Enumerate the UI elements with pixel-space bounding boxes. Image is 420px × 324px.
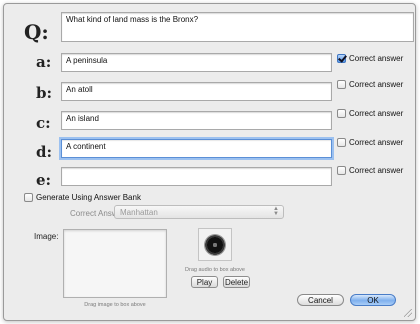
checkbox-icon [337, 166, 346, 175]
generate-answer-bank-checkbox[interactable]: Generate Using Answer Bank [24, 193, 141, 202]
correct-answer-label: Correct answer [349, 138, 404, 147]
answer-e-field[interactable] [61, 167, 332, 186]
audio-drop-caption: Drag audio to box above [185, 267, 245, 273]
checkbox-icon [337, 54, 346, 63]
correct-answer-label: Correct answer [349, 80, 404, 89]
answer-b-correct-checkbox[interactable]: Correct answer [337, 80, 403, 89]
checkbox-icon [337, 80, 346, 89]
cancel-button[interactable]: Cancel [297, 294, 344, 306]
correct-answer-label: Correct answer [349, 166, 404, 175]
answer-d-letter: d: [36, 143, 53, 161]
correct-answer-select[interactable]: Manhattan ▲ ▼ [114, 205, 284, 219]
image-drop-caption: Drag image to box above [84, 302, 146, 308]
answer-b-field[interactable]: An atoll [61, 82, 332, 101]
correct-answer-label: Correct answer [349, 54, 404, 63]
answer-d-correct-checkbox[interactable]: Correct answer [337, 138, 403, 147]
ok-button[interactable]: OK [350, 294, 396, 306]
correct-answer-label: Correct answer [349, 109, 404, 118]
answer-d-field[interactable]: A continent [61, 139, 332, 158]
question-letter: Q: [24, 20, 49, 44]
answer-a-correct-checkbox[interactable]: Correct answer [337, 54, 403, 63]
checkbox-icon [24, 193, 33, 202]
audio-drop-well[interactable] [198, 228, 232, 261]
answer-c-correct-checkbox[interactable]: Correct answer [337, 109, 403, 118]
speaker-icon [205, 235, 225, 255]
checkbox-icon [337, 138, 346, 147]
question-field[interactable]: What kind of land mass is the Bronx? [61, 12, 414, 42]
answer-c-letter: c: [36, 114, 51, 132]
answer-b-letter: b: [36, 84, 53, 102]
answer-c-field[interactable]: An island [61, 111, 332, 130]
resize-grip-icon[interactable] [404, 309, 412, 317]
updown-arrows-icon: ▲ ▼ [273, 206, 279, 217]
answer-e-correct-checkbox[interactable]: Correct answer [337, 166, 403, 175]
image-label: Image: [34, 232, 59, 241]
answer-e-letter: e: [36, 171, 52, 189]
answer-a-letter: a: [36, 53, 52, 71]
question-editor-dialog: Q: What kind of land mass is the Bronx? … [3, 3, 416, 321]
correct-answer-select-value: Manhattan [120, 207, 158, 217]
generate-answer-bank-label: Generate Using Answer Bank [36, 193, 141, 202]
play-button[interactable]: Play [191, 276, 218, 288]
checkbox-icon [337, 109, 346, 118]
answer-a-field[interactable]: A peninsula [61, 53, 332, 72]
image-drop-well[interactable] [63, 229, 167, 298]
delete-audio-button[interactable]: Delete [223, 276, 250, 288]
